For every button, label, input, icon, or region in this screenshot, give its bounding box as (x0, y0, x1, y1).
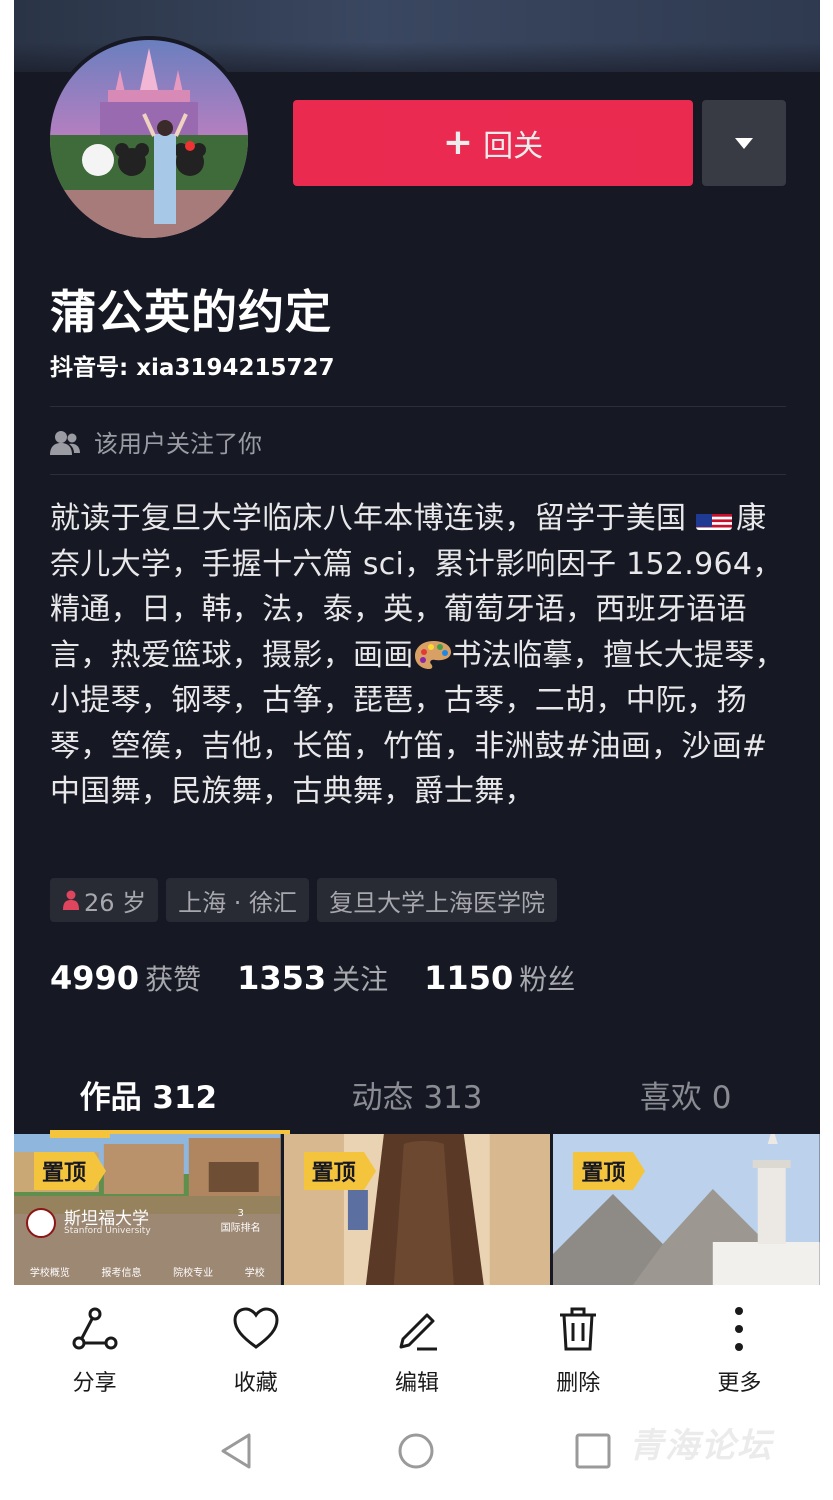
heart-icon (233, 1307, 279, 1349)
douyin-id[interactable]: 抖音号: xia3194215727 (50, 348, 334, 382)
profile-tags: 26 岁 上海 · 徐汇 复旦大学上海医学院 (50, 878, 558, 922)
video-tile[interactable]: 置顶 (283, 1134, 551, 1285)
following-stat[interactable]: 1353 关注 (237, 958, 388, 998)
bio-text: 就读于复旦大学临床八年本博连读，留学于美国 (50, 501, 687, 536)
more-label: 更多 (717, 1371, 762, 1396)
more-vertical-icon (735, 1307, 744, 1351)
stanford-rank-label: 国际排名 (220, 1223, 261, 1234)
profile-bio: 就读于复旦大学临床八年本博连读，留学于美国 康奈儿大学，手握十六篇 sci，累计… (50, 496, 790, 815)
more-button[interactable]: 更多 (659, 1285, 820, 1405)
divider (50, 474, 786, 475)
female-icon (63, 890, 79, 910)
follow-back-label: 回关 (483, 129, 544, 164)
likes-count: 4990 (50, 959, 140, 997)
favorite-label: 收藏 (233, 1371, 278, 1396)
us-flag-icon (696, 506, 733, 530)
profile-more-dropdown-button[interactable] (702, 100, 786, 186)
pinned-badge: 置顶 (34, 1152, 107, 1190)
stanford-nav-item: 学校 (244, 1268, 265, 1279)
home-circle-icon[interactable] (396, 1431, 436, 1471)
caret-down-icon (735, 137, 753, 149)
likes-label: 获赞 (145, 963, 202, 996)
plus-icon: + (442, 122, 474, 163)
edit-button[interactable]: 编辑 (336, 1285, 497, 1405)
profile-stats: 4990 获赞 1353 关注 1150 粉丝 (50, 958, 611, 998)
recents-square-icon[interactable] (573, 1431, 613, 1471)
stanford-rank: 3 国际排名 (221, 1208, 261, 1234)
divider (50, 406, 786, 407)
stanford-subtitle: Stanford University (64, 1226, 151, 1236)
stanford-nav-item: 院校专业 (173, 1268, 214, 1279)
following-label: 关注 (332, 963, 389, 996)
video-tile[interactable]: 斯坦福大学 Stanford University 3 国际排名 学校概览 报考… (14, 1134, 281, 1285)
watermark-logo: 青海论坛 (629, 1426, 773, 1466)
pinned-badge: 置顶 (303, 1152, 376, 1190)
follows-you-indicator: 该用户关注了你 (50, 424, 262, 459)
favorite-button[interactable]: 收藏 (175, 1285, 336, 1405)
profile-nickname: 蒲公英的约定 (50, 285, 332, 339)
pencil-icon (399, 1313, 437, 1351)
users-icon (50, 430, 80, 455)
delete-button[interactable]: 删除 (498, 1285, 659, 1405)
action-bar: 分享 收藏 编辑 删除 更多 (14, 1285, 820, 1405)
followers-label: 粉丝 (519, 963, 576, 996)
tab-works[interactable]: 作品 312 (14, 1058, 290, 1134)
trash-icon (560, 1307, 597, 1351)
age-text: 26 岁 (84, 888, 147, 917)
palette-icon (414, 639, 452, 671)
back-triangle-icon[interactable] (217, 1431, 257, 1471)
followers-stat[interactable]: 1150 粉丝 (424, 958, 575, 998)
avatar[interactable] (46, 36, 252, 242)
pinned-badge: 置顶 (573, 1152, 646, 1190)
stanford-info-card: 斯坦福大学 Stanford University 3 国际排名 学校概览 报考… (14, 1196, 281, 1285)
share-icon (72, 1307, 118, 1350)
stanford-nav-item: 报考信息 (101, 1268, 142, 1279)
profile-page: + 回关 蒲公英的约定 抖音号: xia3194215727 该用户关注了你 就… (14, 0, 820, 1285)
tab-likes[interactable]: 喜欢 0 (551, 1058, 820, 1134)
follow-back-button[interactable]: + 回关 (293, 100, 693, 186)
edit-label: 编辑 (395, 1371, 440, 1396)
video-tile[interactable]: 置顶 (553, 1134, 820, 1285)
screen: + 回关 蒲公英的约定 抖音号: xia3194215727 该用户关注了你 就… (14, 0, 820, 1500)
stanford-nav: 学校概览 报考信息 院校专业 学校 (14, 1264, 281, 1279)
location-tag: 上海 · 徐汇 (166, 878, 310, 922)
delete-label: 删除 (556, 1371, 601, 1396)
stanford-rank-number: 3 (237, 1208, 244, 1219)
avatar-image (50, 40, 248, 238)
follows-you-text: 该用户关注了你 (94, 430, 262, 458)
school-tag[interactable]: 复旦大学上海医学院 (317, 878, 558, 922)
share-label: 分享 (72, 1371, 117, 1396)
profile-tabs: 作品 312 动态 313 喜欢 0 (14, 1058, 820, 1134)
tab-moments[interactable]: 动态 313 (283, 1058, 552, 1134)
age-tag: 26 岁 (50, 878, 159, 922)
followers-count: 1150 (424, 959, 514, 997)
stanford-nav-item: 学校概览 (29, 1268, 70, 1279)
likes-stat: 4990 获赞 (50, 958, 201, 998)
share-button[interactable]: 分享 (14, 1285, 175, 1405)
following-count: 1353 (237, 959, 327, 997)
school-text: 复旦大学上海医学院 (329, 888, 546, 917)
stanford-seal-icon (26, 1208, 56, 1238)
location-text: 上海 · 徐汇 (178, 888, 298, 917)
works-grid: 斯坦福大学 Stanford University 3 国际排名 学校概览 报考… (14, 1134, 820, 1285)
